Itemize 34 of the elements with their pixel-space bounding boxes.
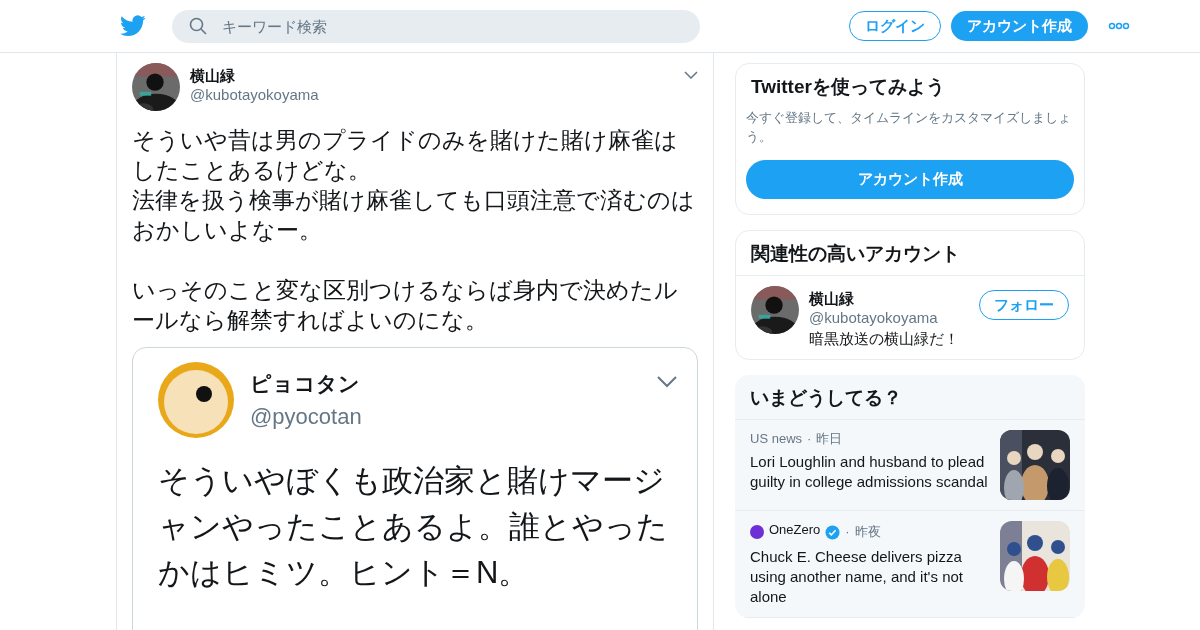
more-icon[interactable] [1108,22,1130,30]
signup-button[interactable]: アカウント作成 [951,11,1088,41]
card-title: いまどうしてる？ [735,375,1085,420]
quoted-author-name: ピョコタン [250,371,361,397]
bird-logo-icon[interactable] [120,15,146,37]
trend-headline: Lori Loughlin and husband to plead guilty in college admissions scandal [750,452,989,492]
trend-item[interactable]: US news · 昨日 Lori Loughlin and husband to plead guilty in college admissions scandal [735,420,1085,511]
separator-dot: · [845,523,850,541]
quoted-tweet-text: そういやぼくも政治家と賭けマージャンやったことあるよ。誰とやったかはヒミツ。ヒント＝N。 [158,462,669,592]
tweet-text: そういや昔は男のプライドのみを賭けた賭け麻雀はしたことあるけどな。 法律を扱う検事が賭け麻雀しても口頭注意で済むのはおかしいよなー。 いっそのこと変な区別つけるならば身内で決めたルールなら解禁すればよいのにな。 [132,126,696,335]
login-button[interactable]: ログイン [849,11,941,41]
trend-time: 昨日 [816,430,843,448]
quoted-author-handle: @pyocotan [250,404,362,430]
trend-item[interactable]: OneZero · 昨夜 Chuck E. Cheese delivers pizza using another name, and it's not alone [735,511,1085,618]
search-icon [189,16,207,35]
card-description: 今すぐ登録して、タイムラインをカスタマイズしましょう。 [745,109,1072,146]
card-title: Twitterを使ってみよう [750,75,946,99]
cartoon-avatar-icon [158,362,234,438]
signup-button[interactable]: アカウント作成 [746,160,1074,199]
trend-source: US news [750,430,803,448]
card-title: 関連性の高いアカウント [736,231,1084,276]
trend-headline: Chuck E. Cheese delivers pizza using another name, and it's not alone [750,547,964,607]
follow-button[interactable]: フォロー [979,290,1069,320]
author-name[interactable]: 横山緑 [190,67,319,86]
search-field[interactable]: キーワード検索 [172,9,700,43]
trend-source: OneZero [769,521,821,539]
account-bio: 暗黒放送の横山緑だ！ [809,330,960,349]
author-handle[interactable]: @kubotayokoyama [190,86,319,103]
account-handle[interactable]: @kubotayokoyama [809,309,969,326]
chevron-down-icon[interactable] [684,71,698,79]
account-name[interactable]: 横山緑 [809,290,969,309]
chevron-down-icon [657,376,677,388]
trend-time: 昨夜 [854,523,881,541]
separator-dot: · [807,430,812,448]
